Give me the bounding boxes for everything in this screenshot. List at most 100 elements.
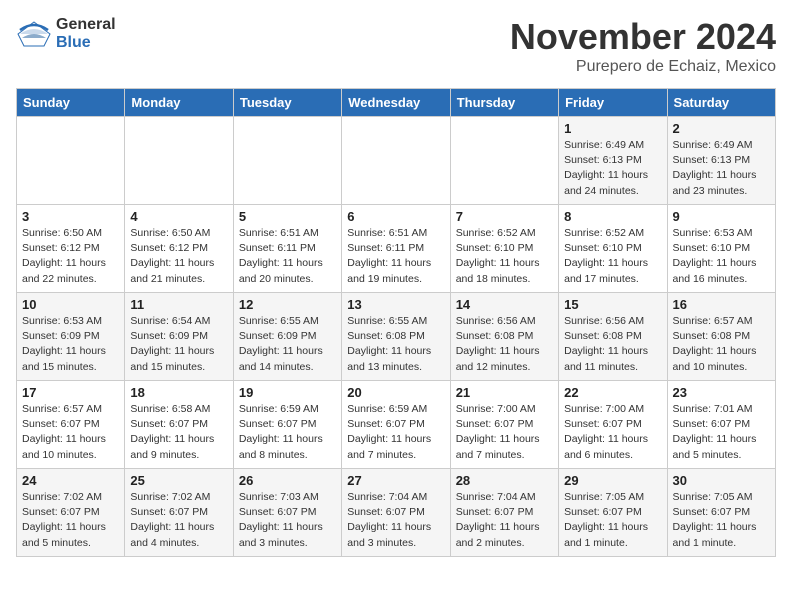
day-info: Sunrise: 6:59 AM Sunset: 6:07 PM Dayligh…: [239, 402, 336, 463]
table-cell: 19 Sunrise: 6:59 AM Sunset: 6:07 PM Dayli…: [233, 381, 341, 469]
weekday-header-sunday: Sunday: [17, 89, 125, 117]
table-cell: 9Sunrise: 6:53 AM Sunset: 6:10 PM Daylig…: [667, 205, 775, 293]
logo: General Blue: [16, 16, 116, 52]
day-number: 9: [673, 209, 770, 224]
weekday-header-monday: Monday: [125, 89, 233, 117]
day-number: 30: [673, 473, 770, 488]
day-number: 3: [22, 209, 119, 224]
table-cell: 2Sunrise: 6:49 AM Sunset: 6:13 PM Daylig…: [667, 117, 775, 205]
day-info: Sunrise: 6:52 AM Sunset: 6:10 PM Dayligh…: [456, 226, 553, 287]
month-title: November 2024: [510, 16, 776, 58]
table-cell: 5 Sunrise: 6:51 AM Sunset: 6:11 PM Daylig…: [233, 205, 341, 293]
day-number: 8: [564, 209, 661, 224]
table-cell: 6 Sunrise: 6:51 AM Sunset: 6:11 PM Daylig…: [342, 205, 450, 293]
day-info: Sunrise: 6:55 AM Sunset: 6:08 PM Dayligh…: [347, 314, 444, 375]
table-cell: [125, 117, 233, 205]
weekday-header-thursday: Thursday: [450, 89, 558, 117]
week-row-1: 1 Sunrise: 6:49 AM Sunset: 6:13 PM Daylig…: [17, 117, 776, 205]
title-block: November 2024 Purepero de Echaiz, Mexico: [510, 16, 776, 76]
day-number: 17: [22, 385, 119, 400]
day-number: 14: [456, 297, 553, 312]
day-number: 20: [347, 385, 444, 400]
day-number: 23: [673, 385, 770, 400]
table-cell: 13 Sunrise: 6:55 AM Sunset: 6:08 PM Dayli…: [342, 293, 450, 381]
weekday-header-saturday: Saturday: [667, 89, 775, 117]
week-row-2: 3 Sunrise: 6:50 AM Sunset: 6:12 PM Daylig…: [17, 205, 776, 293]
day-info: Sunrise: 6:51 AM Sunset: 6:11 PM Dayligh…: [347, 226, 444, 287]
day-info: Sunrise: 6:53 AM Sunset: 6:09 PM Dayligh…: [22, 314, 119, 375]
day-number: 13: [347, 297, 444, 312]
day-info: Sunrise: 6:56 AM Sunset: 6:08 PM Dayligh…: [564, 314, 661, 375]
week-row-4: 17 Sunrise: 6:57 AM Sunset: 6:07 PM Dayli…: [17, 381, 776, 469]
weekday-header-wednesday: Wednesday: [342, 89, 450, 117]
table-cell: 27 Sunrise: 7:04 AM Sunset: 6:07 PM Dayli…: [342, 469, 450, 557]
day-info: Sunrise: 6:56 AM Sunset: 6:08 PM Dayligh…: [456, 314, 553, 375]
week-row-5: 24 Sunrise: 7:02 AM Sunset: 6:07 PM Dayli…: [17, 469, 776, 557]
day-info: Sunrise: 6:55 AM Sunset: 6:09 PM Dayligh…: [239, 314, 336, 375]
day-info: Sunrise: 6:58 AM Sunset: 6:07 PM Dayligh…: [130, 402, 227, 463]
table-cell: 1 Sunrise: 6:49 AM Sunset: 6:13 PM Daylig…: [559, 117, 667, 205]
table-cell: [233, 117, 341, 205]
table-cell: 4Sunrise: 6:50 AM Sunset: 6:12 PM Daylig…: [125, 205, 233, 293]
table-cell: 22Sunrise: 7:00 AM Sunset: 6:07 PM Dayli…: [559, 381, 667, 469]
day-info: Sunrise: 7:01 AM Sunset: 6:07 PM Dayligh…: [673, 402, 770, 463]
calendar-table: SundayMondayTuesdayWednesdayThursdayFrid…: [16, 88, 776, 557]
day-number: 5: [239, 209, 336, 224]
day-number: 6: [347, 209, 444, 224]
logo-blue-text: Blue: [56, 34, 116, 52]
day-number: 25: [130, 473, 227, 488]
table-cell: [450, 117, 558, 205]
table-cell: 21Sunrise: 7:00 AM Sunset: 6:07 PM Dayli…: [450, 381, 558, 469]
table-cell: 16 Sunrise: 6:57 AM Sunset: 6:08 PM Dayli…: [667, 293, 775, 381]
table-cell: [17, 117, 125, 205]
day-info: Sunrise: 6:57 AM Sunset: 6:07 PM Dayligh…: [22, 402, 119, 463]
week-row-3: 10 Sunrise: 6:53 AM Sunset: 6:09 PM Dayli…: [17, 293, 776, 381]
table-cell: 15 Sunrise: 6:56 AM Sunset: 6:08 PM Dayli…: [559, 293, 667, 381]
day-info: Sunrise: 6:54 AM Sunset: 6:09 PM Dayligh…: [130, 314, 227, 375]
day-info: Sunrise: 7:00 AM Sunset: 6:07 PM Dayligh…: [564, 402, 661, 463]
table-cell: 10 Sunrise: 6:53 AM Sunset: 6:09 PM Dayli…: [17, 293, 125, 381]
table-cell: 24 Sunrise: 7:02 AM Sunset: 6:07 PM Dayli…: [17, 469, 125, 557]
day-number: 7: [456, 209, 553, 224]
day-number: 24: [22, 473, 119, 488]
day-info: Sunrise: 7:02 AM Sunset: 6:07 PM Dayligh…: [22, 490, 119, 551]
table-cell: 26 Sunrise: 7:03 AM Sunset: 6:07 PM Dayli…: [233, 469, 341, 557]
day-info: Sunrise: 7:03 AM Sunset: 6:07 PM Dayligh…: [239, 490, 336, 551]
day-number: 29: [564, 473, 661, 488]
table-cell: 14 Sunrise: 6:56 AM Sunset: 6:08 PM Dayli…: [450, 293, 558, 381]
weekday-header-tuesday: Tuesday: [233, 89, 341, 117]
day-info: Sunrise: 6:50 AM Sunset: 6:12 PM Dayligh…: [130, 226, 227, 287]
day-number: 12: [239, 297, 336, 312]
table-cell: 17 Sunrise: 6:57 AM Sunset: 6:07 PM Dayli…: [17, 381, 125, 469]
day-info: Sunrise: 7:05 AM Sunset: 6:07 PM Dayligh…: [564, 490, 661, 551]
table-cell: 30 Sunrise: 7:05 AM Sunset: 6:07 PM Dayli…: [667, 469, 775, 557]
day-number: 16: [673, 297, 770, 312]
table-cell: 12 Sunrise: 6:55 AM Sunset: 6:09 PM Dayli…: [233, 293, 341, 381]
day-info: Sunrise: 6:49 AM Sunset: 6:13 PM Dayligh…: [673, 138, 770, 199]
table-cell: 7 Sunrise: 6:52 AM Sunset: 6:10 PM Daylig…: [450, 205, 558, 293]
day-info: Sunrise: 7:04 AM Sunset: 6:07 PM Dayligh…: [347, 490, 444, 551]
day-number: 11: [130, 297, 227, 312]
day-number: 27: [347, 473, 444, 488]
day-info: Sunrise: 6:57 AM Sunset: 6:08 PM Dayligh…: [673, 314, 770, 375]
weekday-header-row: SundayMondayTuesdayWednesdayThursdayFrid…: [17, 89, 776, 117]
day-number: 28: [456, 473, 553, 488]
day-info: Sunrise: 6:51 AM Sunset: 6:11 PM Dayligh…: [239, 226, 336, 287]
day-info: Sunrise: 7:02 AM Sunset: 6:07 PM Dayligh…: [130, 490, 227, 551]
table-cell: 11 Sunrise: 6:54 AM Sunset: 6:09 PM Dayli…: [125, 293, 233, 381]
day-number: 10: [22, 297, 119, 312]
day-number: 15: [564, 297, 661, 312]
day-info: Sunrise: 6:49 AM Sunset: 6:13 PM Dayligh…: [564, 138, 661, 199]
table-cell: 23 Sunrise: 7:01 AM Sunset: 6:07 PM Dayli…: [667, 381, 775, 469]
day-number: 19: [239, 385, 336, 400]
table-cell: 29 Sunrise: 7:05 AM Sunset: 6:07 PM Dayli…: [559, 469, 667, 557]
day-number: 1: [564, 121, 661, 136]
logo-icon: [16, 20, 52, 48]
table-cell: 18Sunrise: 6:58 AM Sunset: 6:07 PM Dayli…: [125, 381, 233, 469]
day-number: 26: [239, 473, 336, 488]
day-info: Sunrise: 6:50 AM Sunset: 6:12 PM Dayligh…: [22, 226, 119, 287]
table-cell: 28Sunrise: 7:04 AM Sunset: 6:07 PM Dayli…: [450, 469, 558, 557]
day-info: Sunrise: 7:05 AM Sunset: 6:07 PM Dayligh…: [673, 490, 770, 551]
day-info: Sunrise: 6:59 AM Sunset: 6:07 PM Dayligh…: [347, 402, 444, 463]
table-cell: [342, 117, 450, 205]
